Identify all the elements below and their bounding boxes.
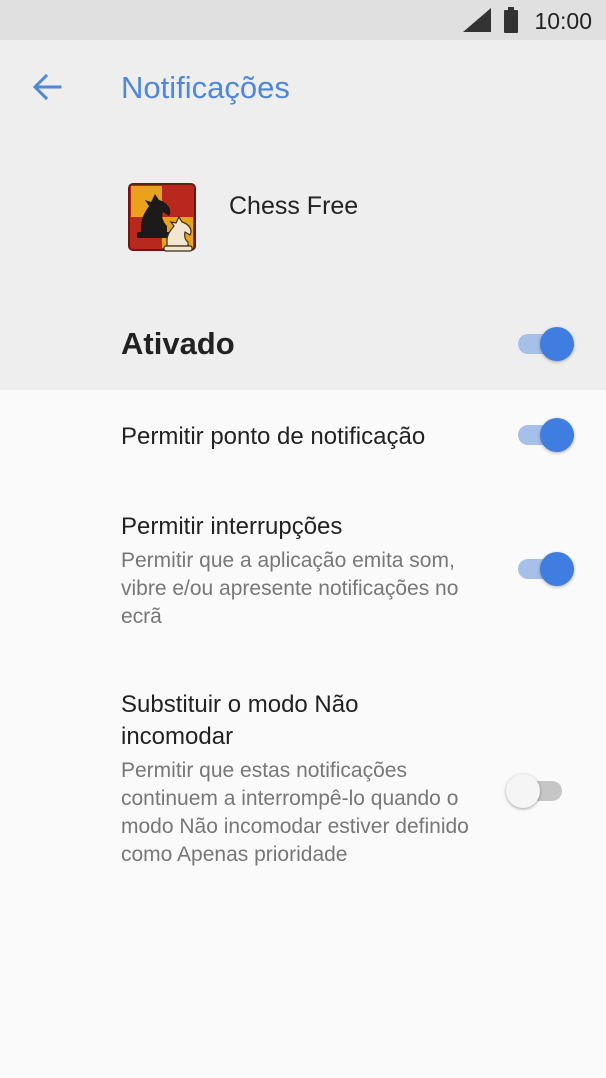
- dnd-override-switch[interactable]: [506, 773, 564, 809]
- arrow-left-icon[interactable]: [32, 72, 62, 102]
- interruptions-description: Permitir que a aplicação emita som, vibr…: [121, 549, 459, 628]
- page-title: Notificações: [121, 70, 290, 105]
- chess-knights-icon: [128, 183, 196, 252]
- enabled-label: Ativado: [121, 326, 235, 361]
- switch-thumb: [506, 774, 540, 808]
- status-bar: 10:00: [0, 0, 606, 40]
- interruptions-switch[interactable]: [518, 551, 576, 587]
- interruptions-title: Permitir interrupções: [121, 513, 343, 540]
- switch-thumb: [540, 327, 574, 361]
- switch-thumb: [540, 552, 574, 586]
- status-time: 10:00: [534, 8, 592, 34]
- notification-dot-switch[interactable]: [518, 417, 576, 453]
- battery-icon: [504, 7, 518, 33]
- app-name: Chess Free: [229, 192, 359, 220]
- notification-dot-title: Permitir ponto de notificação: [121, 423, 426, 450]
- header-area: Notificações Chess Free Ativado: [0, 40, 606, 390]
- switch-thumb: [540, 418, 574, 452]
- signal-icon: [463, 8, 491, 32]
- enabled-switch[interactable]: [518, 326, 576, 362]
- dnd-override-title: Substituir o modo Não incomodar: [121, 691, 359, 750]
- dnd-override-description: Permitir que estas notificações continue…: [121, 759, 469, 866]
